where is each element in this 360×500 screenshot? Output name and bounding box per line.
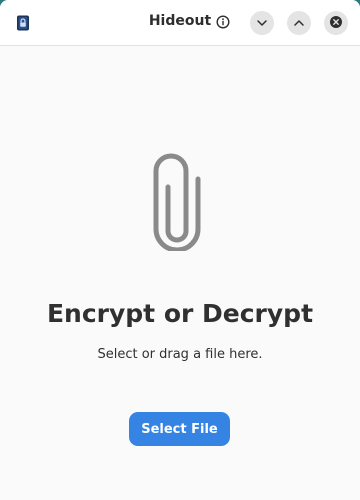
minimize-button[interactable] [250, 11, 274, 35]
about-button[interactable] [211, 11, 235, 35]
drop-area[interactable]: Encrypt or Decrypt Select or drag a file… [0, 47, 360, 500]
info-icon [216, 14, 230, 33]
close-button[interactable] [324, 11, 348, 35]
select-file-button[interactable]: Select File [129, 412, 230, 446]
chevron-down-icon [256, 14, 268, 33]
app-lock-icon [16, 15, 30, 31]
status-description: Select or drag a file here. [97, 347, 263, 362]
status-title: Encrypt or Decrypt [46, 299, 314, 328]
chevron-up-icon [293, 14, 305, 33]
paperclip-icon [146, 151, 208, 253]
app-window: Hideout Encrypt or Decrypt Select or dra… [0, 0, 360, 500]
headerbar: Hideout [0, 0, 360, 46]
close-icon [329, 14, 343, 33]
maximize-button[interactable] [287, 11, 311, 35]
